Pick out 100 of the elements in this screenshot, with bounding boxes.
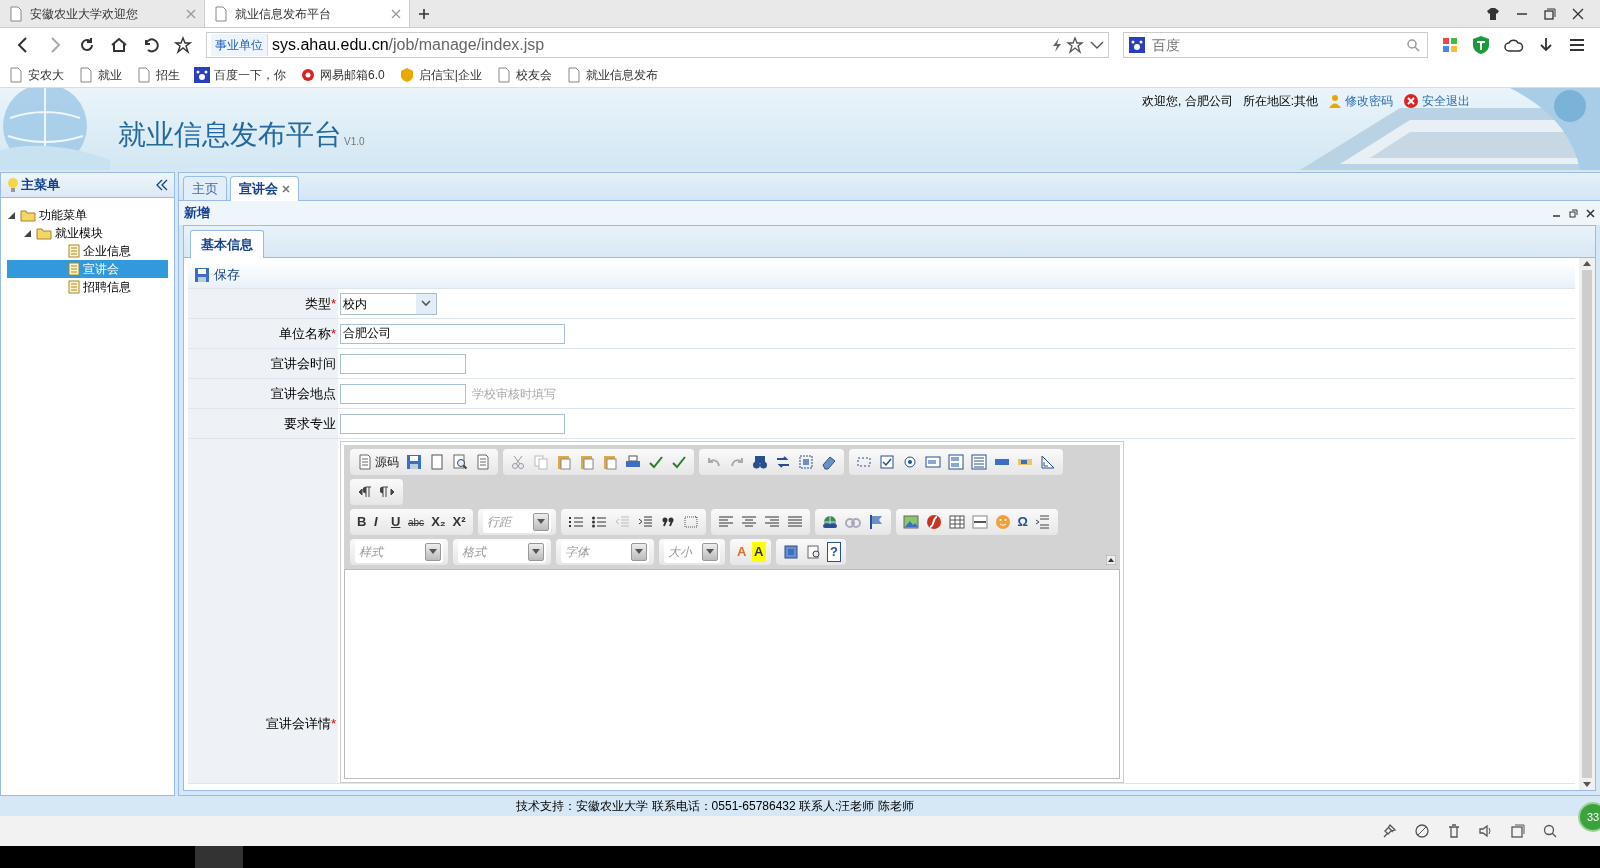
shield-icon[interactable] xyxy=(1472,35,1490,55)
restore-icon[interactable] xyxy=(1569,208,1578,218)
bold-button[interactable]: B xyxy=(355,512,369,532)
text-field-icon xyxy=(925,454,941,470)
bookmark[interactable]: 校友会 xyxy=(495,65,552,84)
input-field[interactable] xyxy=(340,383,466,404)
bookmark[interactable]: 百度一下，你 xyxy=(194,65,286,84)
tree-item[interactable]: 招聘信息 xyxy=(7,278,168,296)
lightning-icon[interactable] xyxy=(1050,37,1064,53)
input-field[interactable] xyxy=(340,353,466,374)
address-field[interactable]: 事业单位 sys.ahau.edu.cn/job/manage/index.jsp xyxy=(206,32,1109,58)
page-icon xyxy=(495,66,512,83)
tab[interactable]: 基本信息 xyxy=(190,230,264,258)
browser-tab[interactable]: 就业信息发布平台 xyxy=(205,0,410,27)
required-mark: * xyxy=(330,324,336,343)
expanded-icon[interactable] xyxy=(23,228,33,238)
page-icon xyxy=(136,66,152,83)
home-icon[interactable] xyxy=(110,36,128,54)
caret-icon xyxy=(635,549,643,555)
preview-button[interactable] xyxy=(450,452,470,472)
align-left-icon xyxy=(717,514,734,530)
spellcheck-icon xyxy=(671,454,687,470)
required-mark: * xyxy=(330,714,336,733)
symbol-button[interactable]: Ω xyxy=(1015,512,1030,532)
table-icon xyxy=(948,514,965,530)
page-icon xyxy=(8,66,24,83)
underline-button[interactable]: U xyxy=(389,512,403,532)
star-icon[interactable] xyxy=(174,36,192,54)
window-icon[interactable] xyxy=(1510,823,1526,839)
input-field[interactable] xyxy=(340,413,565,434)
search-field[interactable]: 百度 xyxy=(1123,32,1428,58)
field-label: 要求专业 xyxy=(284,414,336,433)
maximize-button[interactable] xyxy=(781,542,801,562)
rule-button[interactable] xyxy=(969,512,990,532)
indent-icon xyxy=(636,514,653,530)
bookmark[interactable]: 就业 xyxy=(78,65,122,84)
input-field[interactable]: 合肥公司 xyxy=(340,323,565,344)
superscript-button[interactable]: X² xyxy=(450,512,468,532)
cut-icon xyxy=(510,454,526,470)
trash-icon[interactable] xyxy=(1446,823,1462,839)
collapse-icon[interactable] xyxy=(156,179,168,191)
search-icon[interactable] xyxy=(1406,38,1420,52)
header-link[interactable]: 修改密码 xyxy=(1328,92,1393,110)
bookmark[interactable]: 安农大 xyxy=(8,65,64,84)
sidebar-title: 主菜单 xyxy=(21,176,60,195)
table-button[interactable] xyxy=(946,512,967,532)
arrow-down-icon[interactable] xyxy=(1583,782,1591,788)
preview-icon xyxy=(452,454,468,470)
close-icon[interactable] xyxy=(1572,7,1584,20)
select-field[interactable]: 校内 xyxy=(340,292,437,315)
field-label: 宣讲会详情 xyxy=(265,714,331,733)
pilcrow-icon xyxy=(357,484,373,500)
speaker-icon[interactable] xyxy=(1478,823,1494,839)
help-button[interactable]: ? xyxy=(827,542,841,562)
list-button[interactable] xyxy=(969,452,989,472)
pin-icon[interactable] xyxy=(1382,823,1398,839)
bookmark[interactable]: 就业信息发布 xyxy=(565,65,658,84)
flash-icon xyxy=(925,514,942,530)
paw-icon xyxy=(194,66,210,83)
page-icon xyxy=(565,66,582,83)
blank-page-icon xyxy=(429,454,445,470)
save-button[interactable] xyxy=(404,452,424,472)
image-button[interactable] xyxy=(900,512,921,532)
arrow-up-icon[interactable] xyxy=(1583,260,1591,266)
tree-item[interactable]: 就业模块 xyxy=(7,224,168,242)
hint-text: 学校审核时填写 xyxy=(472,385,556,403)
collapse-icon[interactable] xyxy=(1106,555,1116,565)
insert-checkbox-button[interactable] xyxy=(877,452,897,472)
header-link[interactable]: 安全退出 xyxy=(1403,92,1470,110)
background-color-button[interactable]: A xyxy=(752,542,766,562)
search-icon[interactable] xyxy=(1542,823,1558,839)
close-icon[interactable] xyxy=(1586,208,1595,218)
strike-button[interactable]: abc xyxy=(406,512,427,532)
restore-icon[interactable] xyxy=(1544,7,1556,20)
user-icon xyxy=(1328,94,1342,108)
bookmark[interactable]: 启信宝|企业 xyxy=(398,65,482,84)
shirt-icon[interactable] xyxy=(1486,6,1500,21)
bookmark[interactable]: 招生 xyxy=(136,65,180,84)
save-icon xyxy=(406,454,422,470)
grid-icon[interactable] xyxy=(1442,37,1458,53)
site-badge[interactable]: 事业单位 xyxy=(211,34,268,56)
reload-icon[interactable] xyxy=(78,36,96,54)
italic-button[interactable]: I xyxy=(372,512,386,532)
tab[interactable]: 宣讲会 xyxy=(230,176,299,201)
textarea-button[interactable] xyxy=(946,452,966,472)
paste-word-icon xyxy=(602,454,618,470)
star-icon[interactable] xyxy=(1064,36,1086,54)
spellcheck-icon xyxy=(648,454,664,470)
bookmark[interactable]: 网易邮箱6.0 xyxy=(300,65,385,84)
menu-icon[interactable] xyxy=(1568,37,1586,53)
tree-item[interactable]: 企业信息 xyxy=(7,242,168,260)
select-all-icon xyxy=(798,454,814,470)
tree-item[interactable]: 功能菜单 xyxy=(7,206,168,224)
cloud-icon[interactable] xyxy=(1504,37,1524,53)
show-blocks-icon xyxy=(806,544,822,560)
download-icon[interactable] xyxy=(1538,36,1554,54)
tab[interactable]: 主页 xyxy=(183,176,227,200)
undo-icon[interactable] xyxy=(142,36,160,54)
expanded-icon[interactable] xyxy=(7,210,17,220)
subscript-button[interactable]: X₂ xyxy=(429,512,448,532)
